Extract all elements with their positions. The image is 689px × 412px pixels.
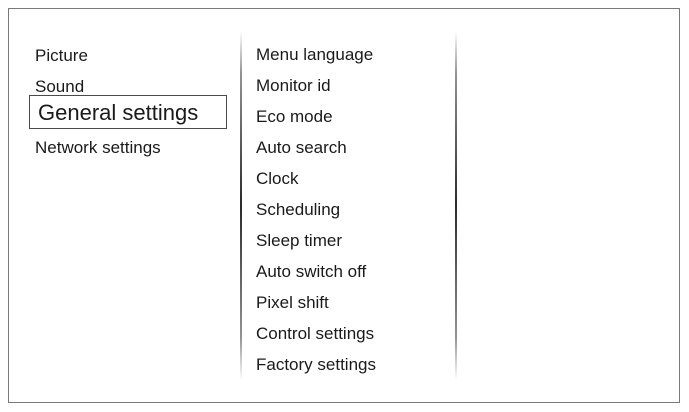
menu-item-sound[interactable]: Sound	[35, 77, 84, 97]
osd-menu-frame: Picture Sound General settings Network s…	[8, 8, 680, 403]
general-settings-submenu: Menu language Monitor id Eco mode Auto s…	[241, 9, 457, 402]
main-menu: Picture Sound General settings Network s…	[9, 9, 241, 402]
menu-item-network-settings[interactable]: Network settings	[35, 138, 161, 158]
submenu-item-auto-switch-off[interactable]: Auto switch off	[256, 262, 366, 282]
submenu-item-menu-language[interactable]: Menu language	[256, 45, 373, 65]
submenu-item-pixel-shift[interactable]: Pixel shift	[256, 293, 329, 313]
submenu-item-auto-search[interactable]: Auto search	[256, 138, 347, 158]
submenu-item-clock[interactable]: Clock	[256, 169, 299, 189]
submenu-item-control-settings[interactable]: Control settings	[256, 324, 374, 344]
submenu-item-eco-mode[interactable]: Eco mode	[256, 107, 333, 127]
submenu-item-monitor-id[interactable]: Monitor id	[256, 76, 331, 96]
menu-item-picture[interactable]: Picture	[35, 46, 88, 66]
menu-item-general-settings[interactable]: General settings	[29, 95, 227, 129]
submenu-item-factory-settings[interactable]: Factory settings	[256, 355, 376, 375]
detail-panel	[457, 9, 679, 402]
submenu-item-scheduling[interactable]: Scheduling	[256, 200, 340, 220]
menu-item-general-settings-label: General settings	[38, 100, 199, 125]
submenu-item-sleep-timer[interactable]: Sleep timer	[256, 231, 342, 251]
